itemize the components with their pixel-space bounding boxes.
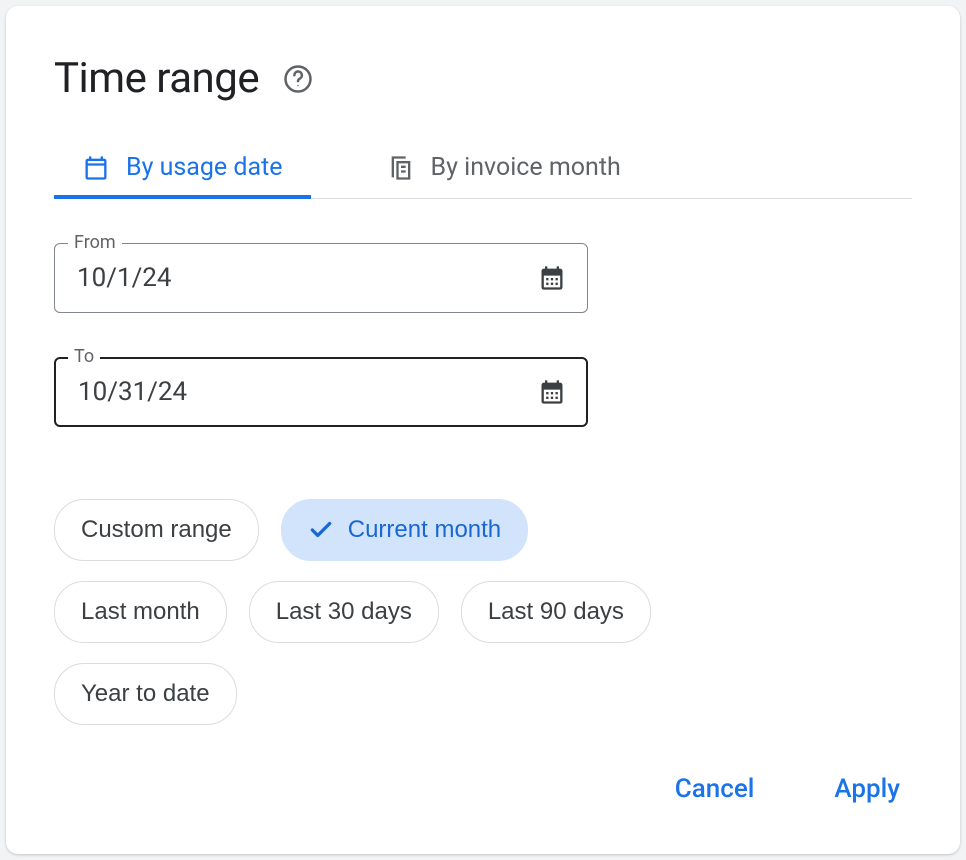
invoice-icon — [387, 154, 415, 182]
tab-label: By usage date — [126, 153, 283, 182]
from-field-wrap: From — [54, 243, 588, 313]
chip-custom-range[interactable]: Custom range — [54, 499, 259, 561]
calendar-picker-icon[interactable] — [538, 264, 566, 292]
calendar-icon — [82, 154, 110, 182]
tab-by-usage-date[interactable]: By usage date — [54, 139, 311, 198]
time-range-dialog: Time range By usage date By i — [6, 6, 960, 854]
chip-current-month[interactable]: Current month — [281, 499, 528, 561]
chip-label: Last 30 days — [276, 598, 412, 626]
chip-last-30-days[interactable]: Last 30 days — [249, 581, 439, 643]
chip-label: Year to date — [81, 680, 210, 708]
tab-by-invoice-month[interactable]: By invoice month — [359, 139, 649, 198]
dialog-header: Time range — [54, 54, 912, 103]
date-fields: From To — [54, 243, 912, 427]
apply-button[interactable]: Apply — [822, 764, 912, 814]
dialog-actions: Cancel Apply — [54, 740, 912, 814]
chip-last-90-days[interactable]: Last 90 days — [461, 581, 651, 643]
chip-label: Last 90 days — [488, 598, 624, 626]
dialog-title: Time range — [54, 54, 259, 103]
chip-year-to-date[interactable]: Year to date — [54, 663, 237, 725]
tab-bar: By usage date By invoice month — [54, 139, 912, 199]
from-label: From — [68, 232, 122, 253]
tab-label: By invoice month — [431, 153, 621, 182]
cancel-button[interactable]: Cancel — [663, 764, 767, 814]
chip-last-month[interactable]: Last month — [54, 581, 227, 643]
chip-label: Current month — [348, 516, 501, 544]
check-icon — [308, 517, 334, 543]
to-field-wrap: To — [54, 357, 588, 427]
from-date-input[interactable] — [54, 243, 588, 313]
chip-label: Custom range — [81, 516, 232, 544]
chip-label: Last month — [81, 598, 200, 626]
range-chips: Custom range Current month Last month La… — [54, 499, 694, 725]
calendar-picker-icon[interactable] — [538, 378, 566, 406]
help-icon[interactable] — [283, 64, 313, 94]
to-date-input[interactable] — [54, 357, 588, 427]
to-label: To — [68, 346, 100, 367]
